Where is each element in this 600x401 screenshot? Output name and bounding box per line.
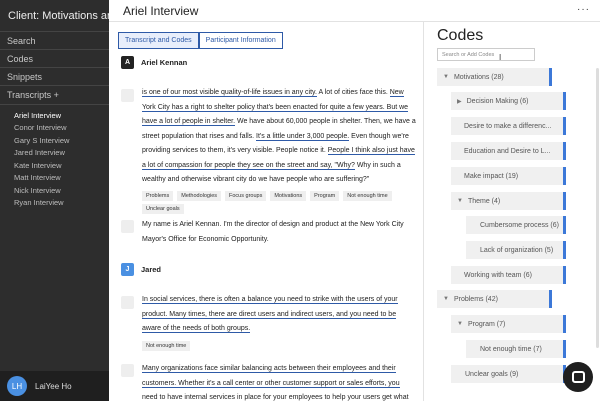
code-item[interactable]: ▼ Program (7) xyxy=(451,315,566,333)
code-item[interactable]: ▼ Theme (4) xyxy=(451,192,566,210)
tabs: Transcript and Codes Participant Informa… xyxy=(118,32,283,49)
chat-icon xyxy=(571,371,585,383)
text-cursor-icon: I xyxy=(499,53,502,62)
paragraph-select-checkbox[interactable] xyxy=(121,296,134,309)
transcript-item-matt[interactable]: Matt Interview xyxy=(0,172,109,185)
client-selector[interactable]: Client: Motivations ar xyxy=(0,0,109,32)
code-tag[interactable]: Not enough time xyxy=(142,341,191,351)
paragraph-text[interactable]: is one of our most visible quality-of-li… xyxy=(142,86,417,188)
more-options-icon[interactable]: ··· xyxy=(577,4,590,15)
code-item[interactable]: Education and Desire to L... xyxy=(451,142,566,160)
paragraph-select-checkbox[interactable] xyxy=(121,364,134,377)
paragraph-text[interactable]: My name is Ariel Kennan. I'm the directo… xyxy=(142,218,417,247)
caret-down-icon[interactable]: ▼ xyxy=(443,296,449,302)
avatar: LH xyxy=(7,376,27,396)
transcript-item-jared[interactable]: Jared Interview xyxy=(0,147,109,160)
code-item[interactable]: Desire to make a differenc... xyxy=(451,117,566,135)
transcript-list: Ariel Interview Conor Interview Gary S I… xyxy=(0,105,109,209)
sidebar: Client: Motivations ar Search Codes Snip… xyxy=(0,0,109,401)
caret-right-icon[interactable]: ▶ xyxy=(457,98,462,105)
speaker-name: Ariel Kennan xyxy=(141,58,188,67)
client-name: Client: Motivations ar xyxy=(8,9,109,22)
code-item[interactable]: Working with team (6) xyxy=(451,266,566,284)
caret-down-icon[interactable]: ▼ xyxy=(443,74,449,80)
code-item[interactable]: Not enough time (7) xyxy=(466,340,566,358)
page-title: Ariel Interview xyxy=(123,3,199,18)
chat-button[interactable] xyxy=(563,362,593,392)
caret-down-icon[interactable]: ▼ xyxy=(457,321,463,327)
transcript-item-gary[interactable]: Gary S Interview xyxy=(0,134,109,147)
paragraph-select-checkbox[interactable] xyxy=(121,220,134,233)
code-tag[interactable]: Unclear goals xyxy=(142,204,184,214)
speaker-badge: A xyxy=(121,56,134,69)
code-item[interactable]: Lack of organization (5) xyxy=(466,241,566,259)
nav-codes[interactable]: Codes xyxy=(0,50,109,68)
codes-title: Codes xyxy=(437,27,484,44)
code-item[interactable]: ▼ Problems (42) xyxy=(437,290,552,308)
paragraph-text[interactable]: In social services, there is often a bal… xyxy=(142,293,417,337)
code-tag[interactable]: Not enough time xyxy=(343,191,392,201)
caret-down-icon[interactable]: ▼ xyxy=(457,198,463,204)
tab-transcript-and-codes[interactable]: Transcript and Codes xyxy=(118,32,199,49)
code-tag[interactable]: Methodologies xyxy=(177,191,222,201)
paragraph-tags: Problems Methodologies Focus groups Moti… xyxy=(142,191,417,214)
code-tag[interactable]: Program xyxy=(310,191,340,201)
codes-search-input[interactable]: Search or Add Codes xyxy=(437,48,535,61)
code-item[interactable]: Unclear goals (9) xyxy=(451,365,566,383)
paragraph-tags: Not enough time xyxy=(142,341,417,351)
code-tag[interactable]: Focus groups xyxy=(225,191,267,201)
transcript-item-conor[interactable]: Conor Interview xyxy=(0,122,109,135)
speaker-name: Jared xyxy=(141,265,162,274)
transcript-item-ariel[interactable]: Ariel Interview xyxy=(0,109,109,122)
speaker-badge: J xyxy=(121,263,134,276)
code-tag[interactable]: Motivations xyxy=(270,191,307,201)
transcript-item-kate[interactable]: Kate Interview xyxy=(0,159,109,172)
paragraph-text[interactable]: Many organizations face similar balancin… xyxy=(142,362,417,401)
paragraph-select-checkbox[interactable] xyxy=(121,89,134,102)
codes-panel: Codes Search or Add Codes ▼ Motivations (… xyxy=(423,22,600,401)
code-item[interactable]: ▼ Motivations (28) xyxy=(437,68,552,86)
header: Ariel Interview ··· xyxy=(109,0,600,22)
code-item[interactable]: Make impact (19) xyxy=(451,167,566,185)
tab-participant-information[interactable]: Participant Information xyxy=(198,32,283,49)
user-footer[interactable]: LH LaiYee Ho xyxy=(0,371,109,401)
nav-snippets[interactable]: Snippets xyxy=(0,68,109,86)
nav-transcripts[interactable]: Transcripts + xyxy=(0,86,109,105)
code-item[interactable]: ▶ Decision Making (6) xyxy=(451,92,566,110)
code-tag[interactable]: Problems xyxy=(142,191,174,201)
transcript-panel: Transcript and Codes Participant Informa… xyxy=(109,22,423,401)
transcript-item-nick[interactable]: Nick Interview xyxy=(0,184,109,197)
transcript-item-ryan[interactable]: Ryan Interview xyxy=(0,197,109,210)
nav-search[interactable]: Search xyxy=(0,32,109,50)
user-name: LaiYee Ho xyxy=(35,381,72,391)
codes-scrollbar[interactable] xyxy=(596,68,599,348)
code-item[interactable]: Cumbersome process (6) xyxy=(466,216,566,234)
